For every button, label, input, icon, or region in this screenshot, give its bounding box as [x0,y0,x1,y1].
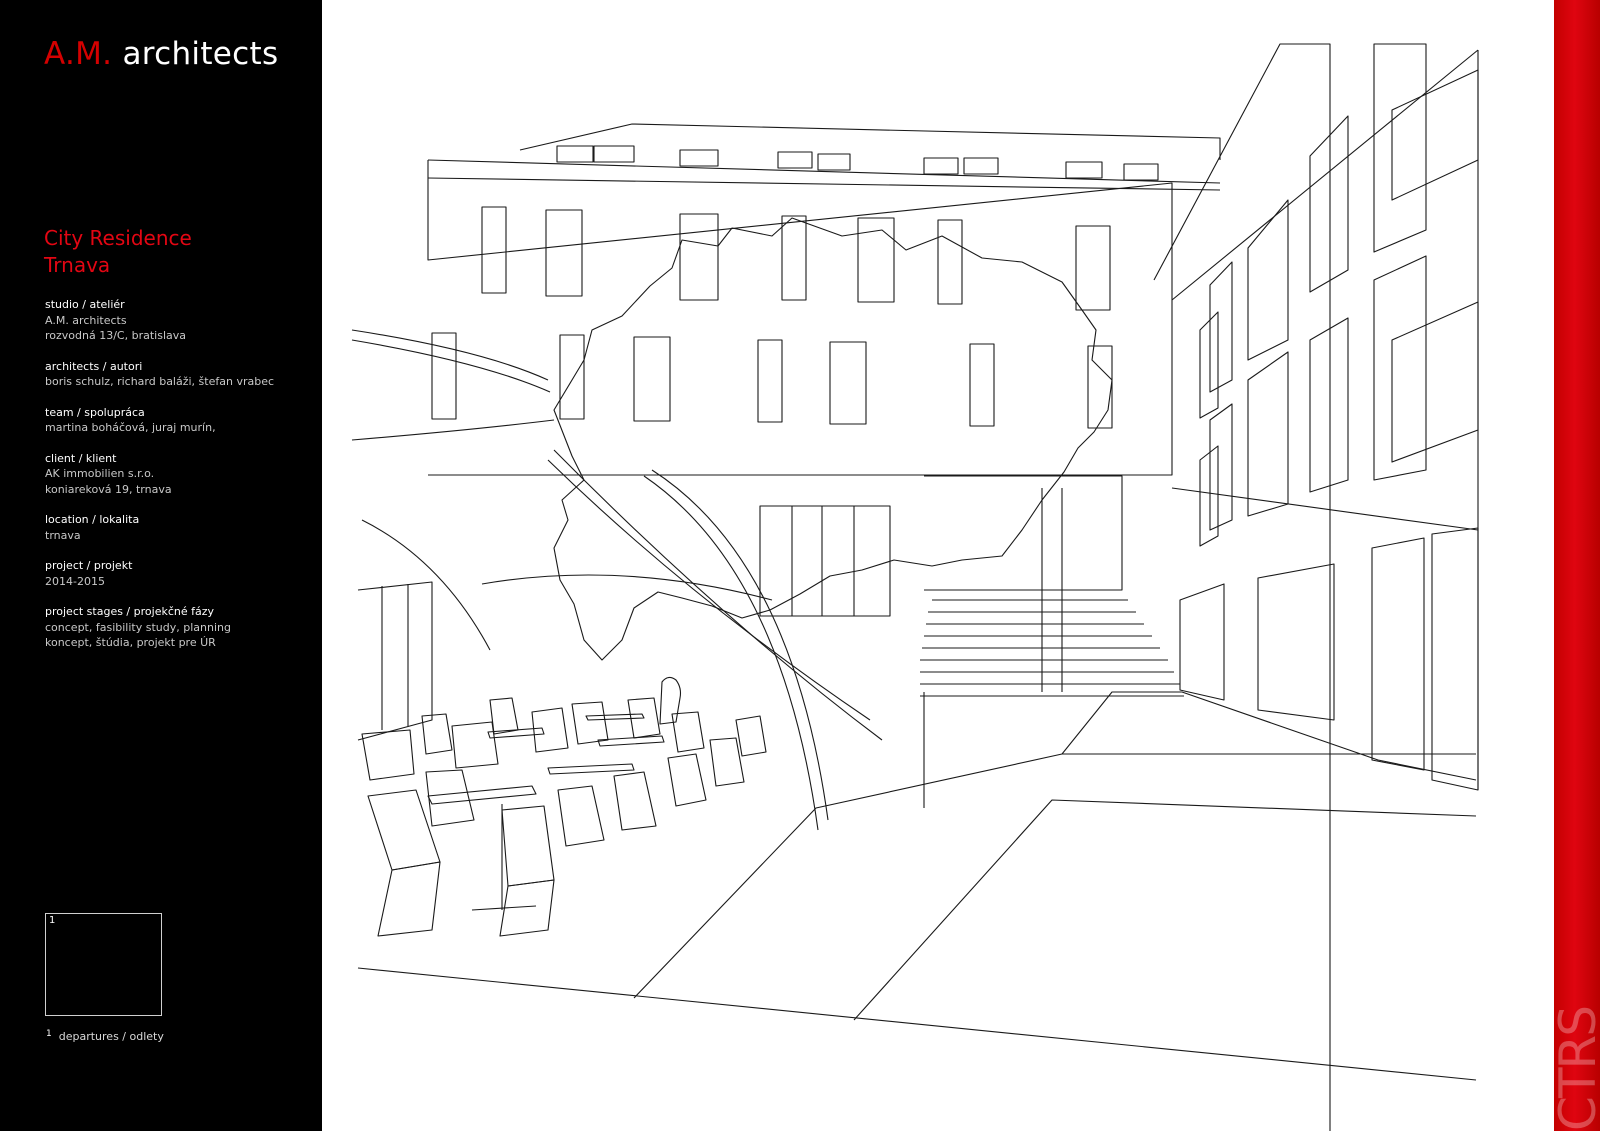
info-value: trnava [45,528,81,542]
info-block-studio: studio / ateliér A.M. architects rozvodn… [45,297,315,344]
legend-label: departures / odlety [58,1030,164,1043]
brand-name: architects [122,36,279,72]
ground-plane [357,967,1477,1081]
info-value: A.M. architects [45,313,127,327]
info-block-location: location / lokalita trnava [45,512,315,543]
canopy-arc-4 [361,519,491,651]
key-plan-thumbnail[interactable]: 1 [45,913,162,1016]
courtyard-line-drawing [322,0,1554,1131]
info-label: location / lokalita [45,513,140,526]
info-block-project: project / projekt 2014-2015 [45,558,315,589]
info-label: architects / autori [45,359,143,373]
right-wing-windows [1179,43,1479,791]
right-wing-outline [1153,43,1331,1131]
project-info: studio / ateliér A.M. architects rozvodn… [45,297,315,666]
project-title: City Residence Trnava [44,225,192,279]
project-title-line1: City Residence [44,226,192,250]
perspective-sketch [351,43,1479,1131]
info-value: koncept, štúdia, projekt pre ÚR [45,636,216,649]
tree-canopy [553,217,1113,661]
view-legend: 1 departures / odlety [46,1029,164,1043]
key-plan-number: 1 [49,915,56,926]
left-arcade [357,581,433,741]
back-building-facade [427,160,1173,476]
info-block-client: client / klient AK immobilien s.r.o. kon… [45,451,315,498]
project-title-line2: Trnava [44,253,111,277]
info-value: martina boháčová, juraj murín, [45,421,216,434]
info-block-architects: architects / autori boris schulz, richar… [45,359,315,390]
roof-dormers [556,145,1159,181]
info-value: 2014-2015 [45,574,105,588]
info-block-stages: project stages / projekčné fázy concept,… [45,604,315,651]
info-label: client / klient [45,451,117,465]
info-label: team / spolupráca [45,405,145,419]
central-stairs [920,599,1184,697]
back-building-roof [519,123,1221,160]
info-value: boris schulz, richard baláži, štefan vra… [45,375,275,388]
side-color-band: CTRS [1554,0,1600,1131]
info-value: concept, fasibility study, planning [45,620,231,634]
info-label: project stages / projekčné fázy [45,605,215,618]
sidebar-panel: A.M. architects City Residence Trnava st… [0,0,322,1131]
brand-accent: A.M. [44,36,113,72]
canopy-arc-3 [651,469,829,821]
canopy-arc-1 [351,329,549,381]
back-facade-windows-lower [431,332,1113,429]
person-figure [659,676,682,725]
info-value: koniareková 19, trnava [45,482,172,496]
info-value: rozvodná 13/C, bratislava [45,329,186,342]
info-label: studio / ateliér [45,298,125,311]
info-value: AK immobilien s.r.o. [45,467,155,480]
info-label: project / projekt [45,559,133,572]
brand-logo: A.M. architects [44,36,278,72]
info-block-team: team / spolupráca martina boháčová, jura… [45,405,315,436]
background-glazing [759,505,891,617]
side-label: CTRS [1554,1007,1600,1131]
cafe-chairs [361,697,767,937]
central-gate [924,475,1123,591]
legend-number: 1 [46,1029,52,1039]
